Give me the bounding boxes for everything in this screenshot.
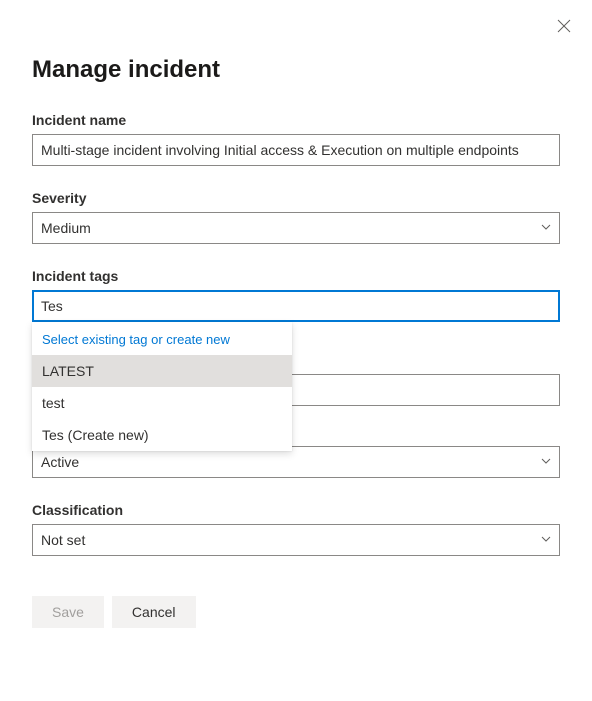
close-icon xyxy=(557,19,571,33)
incident-tags-field: Incident tags Select existing tag or cre… xyxy=(32,268,560,322)
classification-value: Not set xyxy=(41,532,85,548)
incident-name-input[interactable] xyxy=(32,134,560,166)
tags-dropdown-item[interactable]: Tes (Create new) xyxy=(32,419,292,451)
cancel-button[interactable]: Cancel xyxy=(112,596,196,628)
classification-label: Classification xyxy=(32,502,560,518)
severity-label: Severity xyxy=(32,190,560,206)
incident-name-field: Incident name xyxy=(32,112,560,166)
manage-incident-panel: Manage incident Incident name Severity M… xyxy=(0,0,592,660)
severity-value: Medium xyxy=(41,220,91,236)
incident-name-label: Incident name xyxy=(32,112,560,128)
tags-dropdown: Select existing tag or create new LATEST… xyxy=(32,322,292,451)
classification-select[interactable]: Not set xyxy=(32,524,560,556)
close-button[interactable] xyxy=(554,16,574,36)
classification-field: Classification Not set xyxy=(32,502,560,556)
save-button[interactable]: Save xyxy=(32,596,104,628)
page-title: Manage incident xyxy=(32,56,560,84)
severity-field: Severity Medium xyxy=(32,190,560,244)
severity-select[interactable]: Medium xyxy=(32,212,560,244)
status-value: Active xyxy=(41,454,79,470)
incident-tags-label: Incident tags xyxy=(32,268,560,284)
button-row: Save Cancel xyxy=(32,596,560,628)
tags-dropdown-header: Select existing tag or create new xyxy=(32,322,292,355)
incident-tags-input[interactable] xyxy=(32,290,560,322)
tags-dropdown-item[interactable]: LATEST xyxy=(32,355,292,387)
tags-dropdown-item[interactable]: test xyxy=(32,387,292,419)
